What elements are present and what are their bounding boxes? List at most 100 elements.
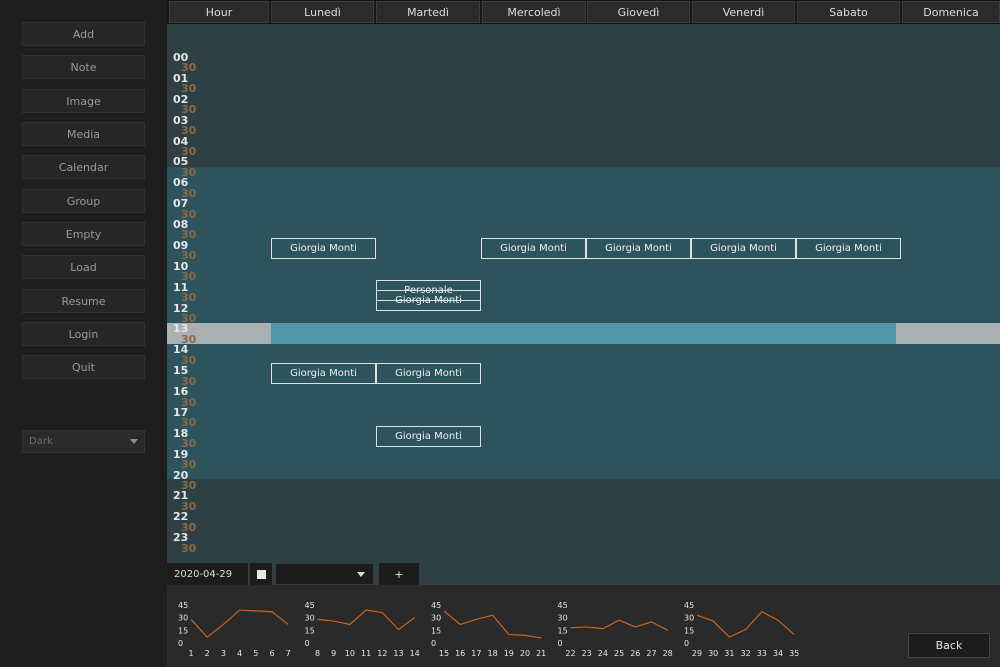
theme-select-value: Dark (29, 436, 53, 447)
resume-button[interactable]: Resume (22, 289, 145, 313)
planner-window: Add Note Image Media Calendar Group Empt… (0, 0, 1000, 667)
x-tick-label: 27 (646, 649, 656, 658)
y-tick-label: 0 (684, 639, 689, 648)
x-tick-label: 35 (789, 649, 799, 658)
add-button[interactable]: Add (22, 22, 145, 46)
x-tick-label: 29 (692, 649, 702, 658)
square-icon (256, 569, 266, 579)
calendar-event[interactable]: Giorgia Monti (376, 425, 481, 447)
y-tick-label: 30 (305, 614, 315, 623)
calendar-event[interactable]: Giorgia Monti (376, 290, 481, 312)
y-tick-label: 0 (558, 639, 563, 648)
calendar-event[interactable]: Giorgia Monti (691, 237, 796, 259)
entry-select[interactable] (275, 563, 374, 585)
x-tick-label: 22 (565, 649, 575, 658)
calendar-picker-button[interactable] (250, 563, 272, 585)
header-day: Domenica (902, 1, 1000, 23)
x-tick-label: 6 (269, 649, 274, 658)
y-tick-label: 15 (558, 626, 568, 635)
calendar-event[interactable]: Giorgia Monti (271, 363, 376, 385)
image-button[interactable]: Image (22, 89, 145, 113)
y-tick-label: 45 (305, 601, 315, 610)
x-tick-label: 23 (582, 649, 592, 658)
x-tick-label: 34 (773, 649, 783, 658)
add-entry-button[interactable]: + (379, 563, 419, 585)
header-day: Mercoledì (482, 1, 586, 23)
x-tick-label: 25 (614, 649, 624, 658)
x-tick-label: 31 (724, 649, 734, 658)
back-button[interactable]: Back (908, 633, 990, 658)
weekly-line-charts: 45301501 2 3 4 5 6 745301508 9 10 11 12 13 144530150… (178, 601, 799, 658)
login-button[interactable]: Login (22, 322, 145, 346)
y-tick-label: 30 (178, 614, 188, 623)
date-toolbar: 2020-04-29 + (167, 561, 1000, 585)
x-tick-label: 26 (630, 649, 640, 658)
y-tick-label: 30 (431, 614, 441, 623)
x-tick-label: 11 (361, 649, 371, 658)
y-tick-label: 15 (178, 626, 188, 635)
series-line (696, 611, 795, 638)
x-tick-label: 7 (286, 649, 291, 658)
x-tick-label: 21 (536, 649, 546, 658)
y-tick-label: 15 (431, 626, 441, 635)
calendar-event[interactable]: Giorgia Monti (481, 237, 586, 259)
y-tick-label: 45 (558, 601, 568, 610)
theme-select[interactable]: Dark (22, 430, 145, 453)
y-tick-label: 30 (558, 614, 568, 623)
series-line (317, 609, 416, 631)
calendar-event[interactable]: Giorgia Monti (586, 237, 691, 259)
x-tick-label: 14 (410, 649, 420, 658)
x-tick-label: 17 (471, 649, 481, 658)
x-tick-label: 5 (253, 649, 258, 658)
y-tick-label: 15 (684, 626, 694, 635)
series-line (570, 619, 668, 631)
y-tick-label: 0 (431, 639, 436, 648)
header-day: Martedì (376, 1, 480, 23)
y-tick-label: 45 (178, 601, 188, 610)
date-field[interactable]: 2020-04-29 (167, 563, 248, 585)
empty-button[interactable]: Empty (22, 222, 145, 246)
x-tick-label: 9 (331, 649, 336, 658)
x-tick-label: 2 (205, 649, 210, 658)
x-tick-label: 33 (757, 649, 767, 658)
header-hour: Hour (169, 1, 269, 23)
x-tick-label: 18 (488, 649, 498, 658)
group-button[interactable]: Group (22, 189, 145, 213)
y-tick-label: 45 (431, 601, 441, 610)
x-tick-label: 28 (663, 649, 673, 658)
week-header: Hour Lunedì Martedì Mercoledì Giovedì Venerdì… (167, 0, 1000, 24)
half-hour-label: 30 (181, 541, 197, 555)
x-tick-label: 32 (741, 649, 751, 658)
series-line (190, 609, 289, 638)
x-tick-label: 20 (520, 649, 530, 658)
y-tick-label: 15 (305, 626, 315, 635)
x-tick-label: 19 (504, 649, 514, 658)
calendar-button[interactable]: Calendar (22, 155, 145, 179)
quit-button[interactable]: Quit (22, 355, 145, 379)
current-hour-row (167, 323, 1000, 344)
calendar-event[interactable]: Giorgia Monti (271, 237, 376, 259)
x-tick-label: 1 (188, 649, 193, 658)
y-tick-label: 0 (305, 639, 310, 648)
header-day: Sabato (797, 1, 900, 23)
series-line (443, 610, 542, 639)
x-tick-label: 10 (345, 649, 355, 658)
x-tick-label: 16 (455, 649, 465, 658)
calendar-event[interactable]: Giorgia Monti (796, 237, 901, 259)
x-tick-label: 15 (439, 649, 449, 658)
y-tick-label: 30 (684, 614, 694, 623)
y-tick-label: 0 (178, 639, 183, 648)
calendar-event[interactable]: Giorgia Monti (376, 363, 481, 385)
x-tick-label: 13 (393, 649, 403, 658)
media-button[interactable]: Media (22, 122, 145, 146)
x-tick-label: 3 (221, 649, 226, 658)
x-tick-label: 30 (708, 649, 718, 658)
x-tick-label: 12 (377, 649, 387, 658)
header-day: Lunedì (271, 1, 374, 23)
note-button[interactable]: Note (22, 55, 145, 79)
y-tick-label: 45 (684, 601, 694, 610)
stats-panel: 45 30 15 0 1 2 3 4 5 6 7 45 30 15 0 8 9 10 11 12 13 14 45 30 15 0… (167, 585, 1000, 667)
load-button[interactable]: Load (22, 255, 145, 279)
header-day: Giovedì (587, 1, 690, 23)
chevron-down-icon (357, 572, 365, 577)
